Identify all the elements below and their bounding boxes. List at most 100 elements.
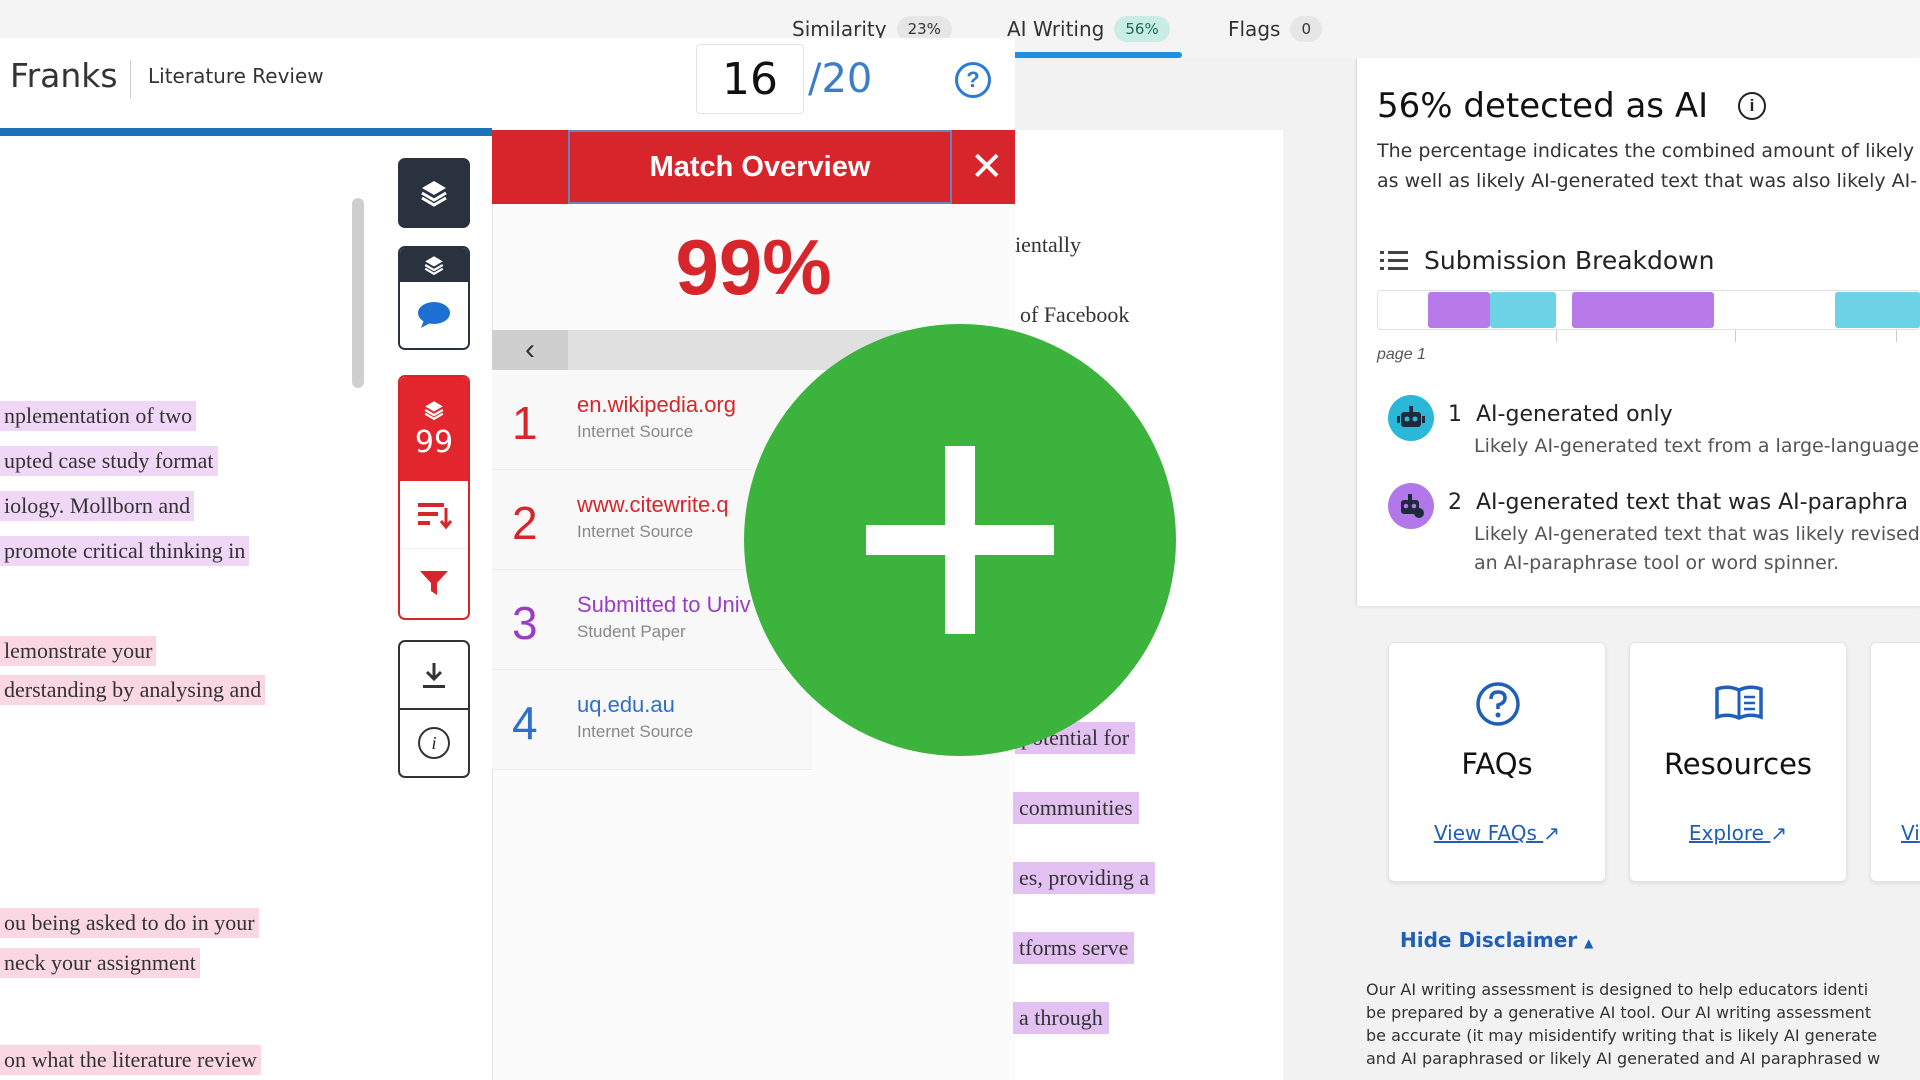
match-overview-title: Match Overview (568, 130, 952, 204)
ai-highlighted-text[interactable]: communities (1013, 792, 1139, 824)
highlighted-text[interactable]: iology. Mollborn and (0, 491, 195, 521)
tab-ai-writing-label: AI Writing (1007, 17, 1105, 41)
match-source-type: Student Paper (577, 622, 686, 641)
book-icon (1715, 685, 1763, 720)
similarity-score: 99 (414, 424, 454, 460)
tab-flags[interactable]: Flags 0 (1228, 0, 1322, 58)
hide-disclaimer-toggle[interactable]: Hide Disclaimer ▲ (1400, 928, 1593, 952)
plus-icon-horizontal (866, 525, 1054, 555)
breakdown-segment-paraphrased[interactable] (1572, 292, 1714, 328)
breakdown-segment-paraphrased[interactable] (1428, 292, 1490, 328)
help-circle-icon[interactable]: ? (955, 62, 991, 98)
sort-button[interactable] (400, 481, 468, 549)
tab-ai-writing-badge: 56% (1114, 16, 1170, 42)
page-label: page 1 (1377, 346, 1426, 363)
document-text: ientally (1015, 232, 1081, 257)
match-number: 3 (512, 597, 538, 649)
info-button[interactable]: i (400, 710, 468, 776)
ai-highlighted-text[interactable]: tforms serve (1013, 932, 1135, 964)
filter-button[interactable] (400, 549, 468, 617)
explore-link[interactable]: Explore ↗ (1630, 821, 1846, 845)
filter-icon (420, 571, 448, 595)
highlighted-text[interactable]: on what the literature review (0, 1045, 261, 1075)
match-source-type: Internet Source (577, 422, 694, 441)
submission-breakdown-title: Submission Breakdown (1424, 246, 1715, 275)
student-name: Franks (10, 56, 118, 95)
match-source[interactable]: uq.edu.au (577, 692, 675, 718)
match-source[interactable]: Submitted to Univ (577, 592, 751, 618)
tab-flags-label: Flags (1228, 17, 1281, 41)
match-overview-button[interactable]: 99 (400, 377, 468, 481)
document-scrollbar[interactable] (352, 198, 364, 388)
card-title: FAQs (1461, 747, 1533, 781)
card-link[interactable]: Vi (1901, 821, 1920, 845)
student-document (0, 136, 380, 1080)
ai-highlighted-text[interactable]: a through (1013, 1002, 1109, 1034)
sort-icon (418, 502, 452, 529)
close-icon[interactable]: ✕ (970, 147, 1004, 187)
ai-description: The percentage indicates the combined am… (1377, 136, 1917, 196)
list-icon (1380, 251, 1408, 270)
info-icon: i (418, 727, 450, 759)
ai-description-line: as well as likely AI-generated text that… (1377, 170, 1917, 192)
disclaimer-line: be accurate (it may misidentify writing … (1366, 1026, 1878, 1045)
match-source[interactable]: en.wikipedia.org (577, 392, 736, 418)
bar-tick (1896, 330, 1897, 342)
disclaimer-line: be prepared by a generative AI tool. Our… (1366, 1003, 1872, 1022)
match-percent: 99% (675, 223, 832, 311)
highlighted-text[interactable]: upted case study format (0, 446, 218, 476)
download-icon (423, 663, 445, 688)
faq-card[interactable]: FAQs View FAQs ↗ (1388, 642, 1606, 882)
assignment-title: Literature Review (148, 64, 324, 88)
disclaimer-text: Our AI writing assessment is designed to… (1366, 978, 1920, 1070)
match-number: 1 (512, 397, 538, 449)
highlighted-text[interactable]: nplementation of two (0, 401, 197, 431)
disclaimer-line: and AI paraphrased or likely AI generate… (1366, 1049, 1881, 1068)
grade-max: /20 (808, 56, 873, 102)
hide-disclaimer-label: Hide Disclaimer (1400, 928, 1578, 952)
layers-icon (421, 181, 447, 207)
legend-desc-line: an AI-paraphrase tool or word spinner. (1474, 552, 1839, 574)
view-faqs-link[interactable]: View FAQs ↗ (1389, 821, 1605, 845)
bar-tick (1735, 330, 1736, 342)
info-icon[interactable]: i (1738, 92, 1766, 120)
comments-button[interactable] (398, 246, 470, 350)
match-source[interactable]: www.citewrite.q (577, 492, 729, 518)
caret-up-icon: ▲ (1584, 936, 1594, 950)
robot-icon (1388, 395, 1434, 441)
document-text: of Facebook (1020, 302, 1130, 327)
card-link-label: View FAQs (1433, 821, 1537, 845)
card-link-label: Explore (1688, 821, 1764, 845)
match-source-type: Internet Source (577, 722, 694, 741)
tab-ai-writing[interactable]: AI Writing 56% (1007, 0, 1170, 58)
match-row[interactable]: 4 uq.edu.au Internet Source (492, 670, 812, 770)
highlighted-text[interactable]: lemonstrate your (0, 636, 157, 666)
bar-tick (1556, 330, 1557, 342)
highlighted-text[interactable]: ou being asked to do in your (0, 908, 259, 938)
third-card[interactable]: Vi (1870, 642, 1920, 882)
highlighted-text[interactable]: neck your assignment (0, 948, 200, 978)
legend-desc-line: Likely AI-generated text that was likely… (1474, 523, 1920, 545)
resources-card[interactable]: Resources Explore ↗ (1629, 642, 1847, 882)
highlighted-text[interactable]: promote critical thinking in (0, 536, 250, 566)
layers-button[interactable] (398, 158, 470, 228)
legend-desc: Likely AI-generated text from a large-la… (1474, 435, 1920, 457)
help-circle-icon (1476, 682, 1520, 726)
legend-number: 1 (1448, 402, 1462, 427)
similarity-tools: 99 (398, 375, 470, 620)
breakdown-segment-ai[interactable] (1835, 292, 1920, 328)
match-number: 2 (512, 497, 538, 549)
highlighted-text[interactable]: derstanding by analysing and (0, 675, 266, 705)
tab-flags-badge: 0 (1290, 16, 1322, 42)
ai-description-line: The percentage indicates the combined am… (1377, 140, 1915, 162)
breakdown-segment-ai[interactable] (1490, 292, 1556, 328)
ai-highlighted-text[interactable]: es, providing a (1013, 862, 1156, 894)
legend-desc: Likely AI-generated text that was likely… (1474, 520, 1920, 578)
chevron-left-icon[interactable]: ‹ (492, 330, 568, 370)
active-tab-indicator (1003, 52, 1182, 58)
legend-title-ai-paraphrased: 2 AI-generated text that was AI-paraphra (1448, 490, 1908, 515)
grade-input[interactable]: 16 (696, 44, 804, 114)
download-button[interactable] (400, 642, 468, 710)
robot-paraphrase-icon (1388, 483, 1434, 529)
comment-icon (418, 302, 450, 328)
